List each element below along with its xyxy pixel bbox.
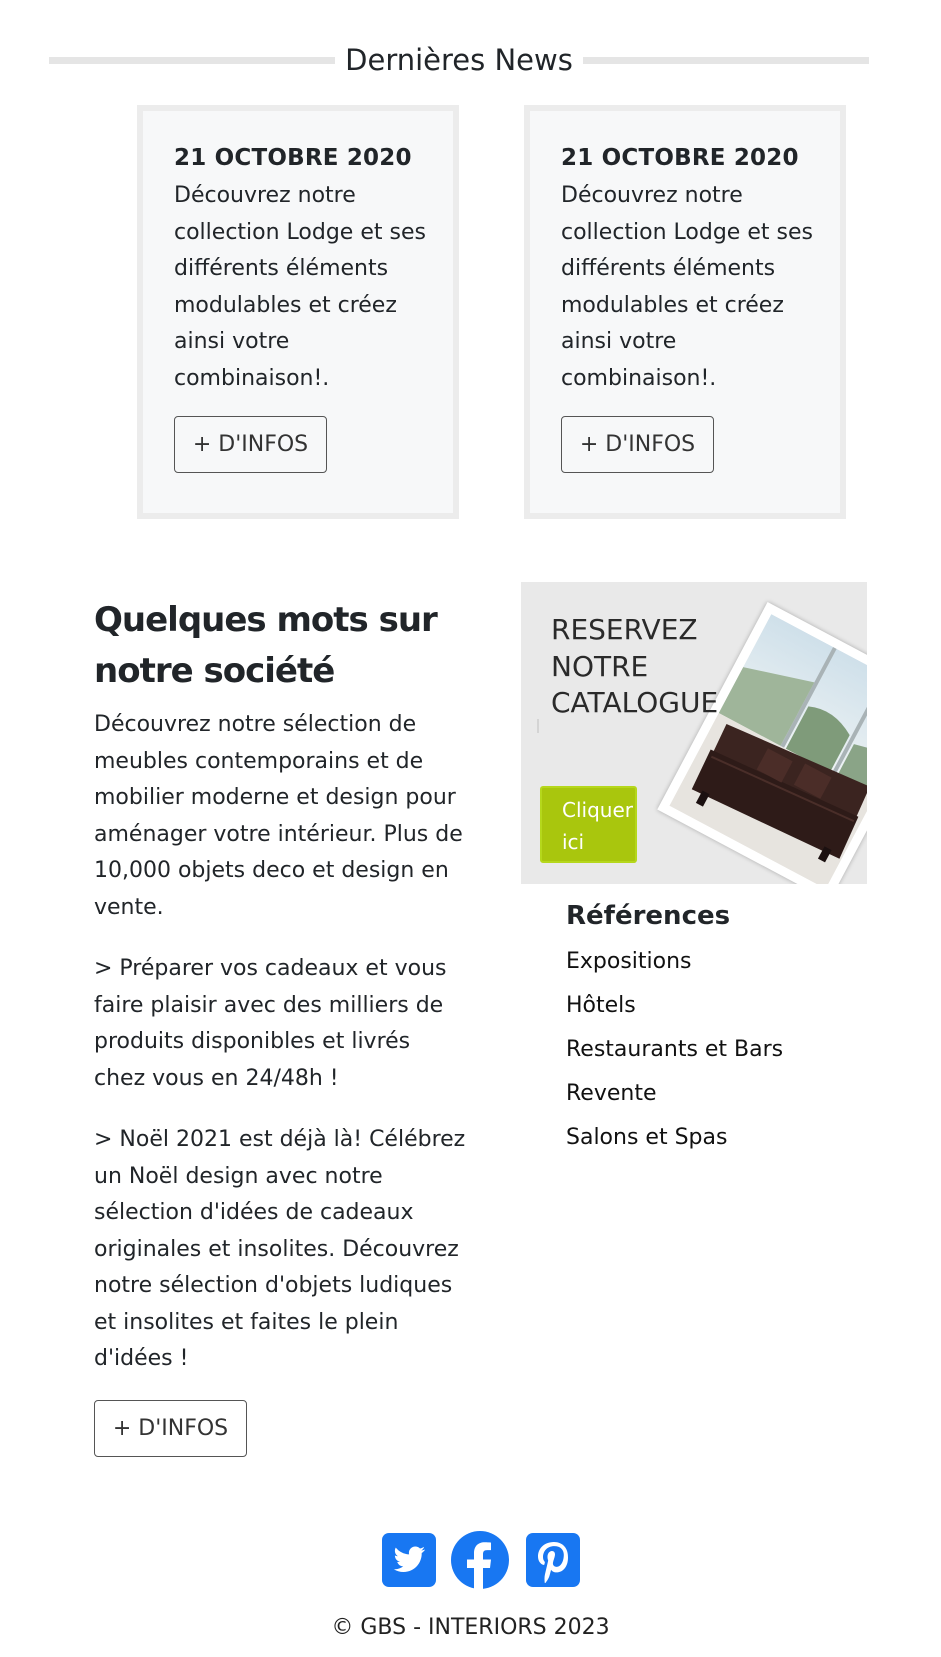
news-card: 21 OCTOBRE 2020 Découvrez notre collecti… xyxy=(137,105,459,519)
news-card: 21 OCTOBRE 2020 Découvrez notre collecti… xyxy=(524,105,846,519)
reference-link[interactable]: Restaurants et Bars xyxy=(566,1028,783,1072)
about-paragraph: > Préparer vos cadeaux et vous faire pla… xyxy=(94,956,447,1091)
news-more-info-button[interactable]: + D'INFOS xyxy=(174,416,327,473)
catalogue-title: RESERVEZ NOTRE CATALOGUE xyxy=(551,613,719,719)
footer-copyright: © GBS - INTERIORS 2023 xyxy=(331,1615,610,1640)
divider-right xyxy=(582,56,869,64)
news-date: 21 OCTOBRE 2020 xyxy=(174,145,412,171)
catalogue-click-button[interactable]: Cliquer ici xyxy=(540,786,637,863)
catalogue-banner[interactable]: RESERVEZ NOTRE CATALOGUE Cliquer ici xyxy=(521,582,867,884)
news-heading: Dernières News xyxy=(345,43,573,77)
twitter-icon[interactable] xyxy=(382,1533,436,1587)
divider xyxy=(537,719,539,733)
pinterest-icon[interactable] xyxy=(526,1533,580,1587)
news-more-info-button[interactable]: + D'INFOS xyxy=(561,416,714,473)
social-links xyxy=(382,1530,580,1590)
about-paragraph: > Noël 2021 est déjà là! Célébrez un Noë… xyxy=(94,1127,466,1371)
divider-left xyxy=(49,56,336,64)
reference-link[interactable]: Hôtels xyxy=(566,984,783,1028)
news-text: Découvrez notre collection Lodge et ses … xyxy=(561,183,813,391)
references-section: Références Expositions Hôtels Restaurant… xyxy=(566,893,783,1160)
reference-link[interactable]: Expositions xyxy=(566,940,783,984)
news-text: Découvrez notre collection Lodge et ses … xyxy=(174,183,426,391)
references-list: Expositions Hôtels Restaurants et Bars R… xyxy=(566,940,783,1160)
facebook-icon[interactable] xyxy=(450,1530,510,1590)
reference-link[interactable]: Salons et Spas xyxy=(566,1116,783,1160)
about-paragraph: Découvrez notre sélection de meubles con… xyxy=(94,712,463,920)
news-date: 21 OCTOBRE 2020 xyxy=(561,145,799,171)
news-section-header: Dernières News xyxy=(49,38,869,82)
references-title: Références xyxy=(566,901,731,931)
about-body: Découvrez notre sélection de meubles con… xyxy=(94,707,466,1403)
about-title: Quelques mots sur notre société xyxy=(94,600,438,691)
reference-link[interactable]: Revente xyxy=(566,1072,783,1116)
about-more-info-button[interactable]: + D'INFOS xyxy=(94,1400,247,1457)
